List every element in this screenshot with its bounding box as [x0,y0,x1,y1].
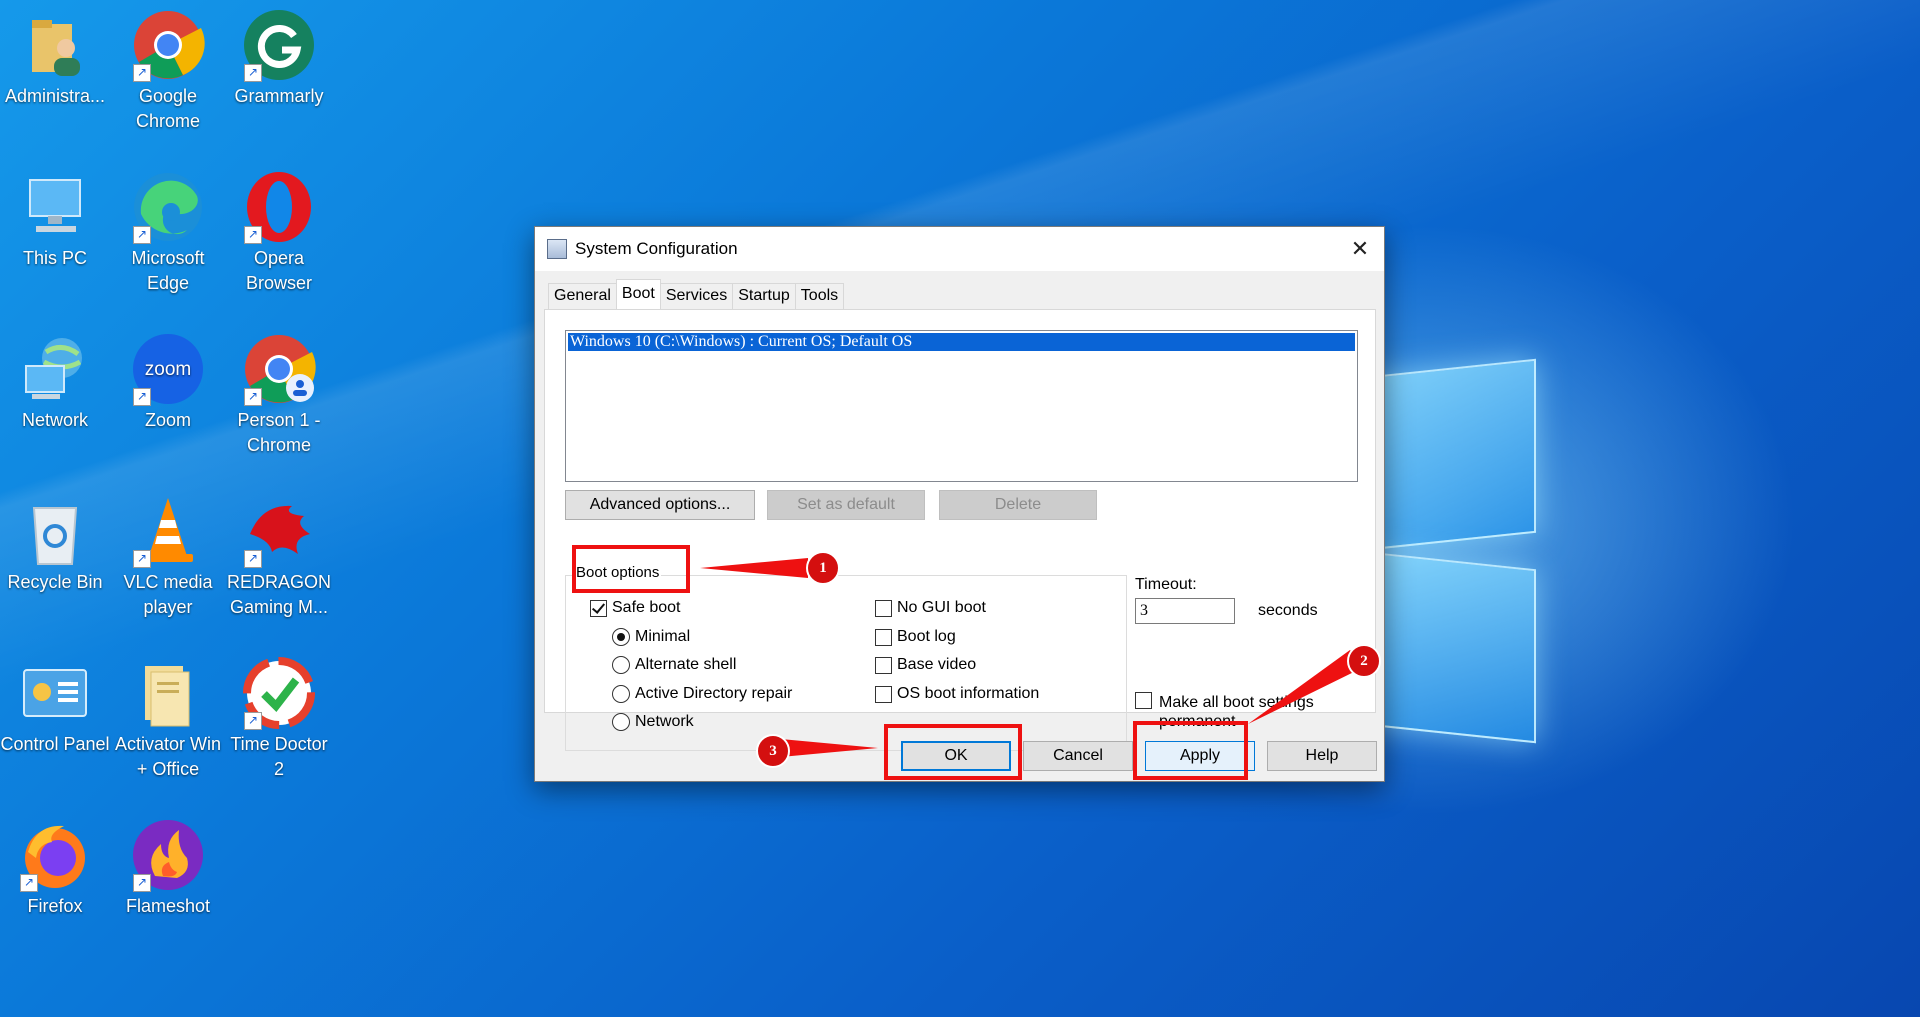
annotation-arrows [700,558,1362,758]
highlight-apply-button [1133,721,1248,780]
annotation-badge-1: 1 [806,551,840,585]
annotation-badge-2: 2 [1347,644,1381,678]
highlight-safe-boot [572,545,690,593]
annotation-arrow-2 [1248,650,1362,724]
annotation-badge-3: 3 [756,734,790,768]
annotation-arrow-1 [700,558,808,578]
highlight-ok-button [884,724,1022,780]
